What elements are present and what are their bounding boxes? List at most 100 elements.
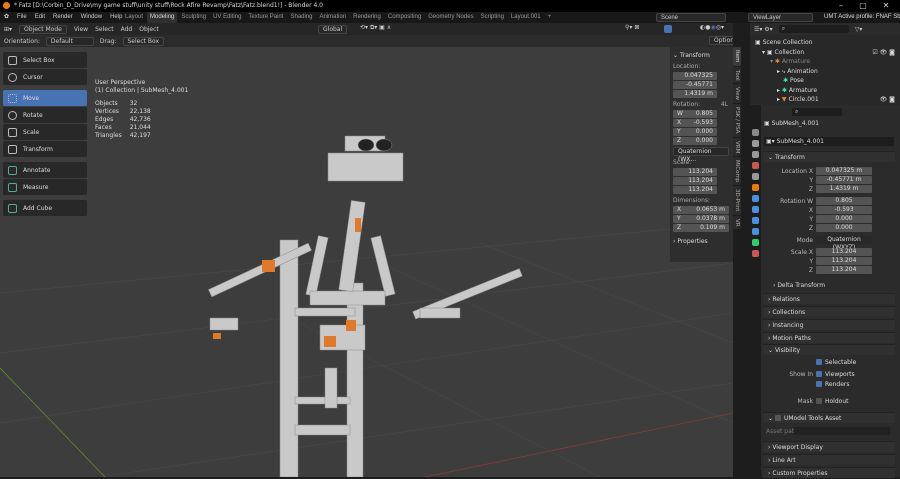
- add-workspace-button[interactable]: +: [545, 12, 555, 23]
- dimensions-z-field[interactable]: Z 0.109 m: [673, 224, 729, 232]
- location-x-field[interactable]: 0.047325: [673, 72, 717, 80]
- menu-window[interactable]: Window: [81, 12, 102, 23]
- drag-dropdown[interactable]: Select Box: [122, 36, 165, 46]
- tool-transform[interactable]: Transform: [3, 141, 87, 157]
- relations-panel[interactable]: › Relations: [763, 293, 895, 304]
- instancing-panel[interactable]: › Instancing: [763, 319, 895, 330]
- menu-object[interactable]: Object: [139, 26, 159, 33]
- mode-dropdown[interactable]: Object Mode: [19, 24, 67, 34]
- object-name-field[interactable]: ▣▾ SubMesh_4.001: [764, 137, 894, 146]
- display-mode-icon[interactable]: ☰▾ ⚙▾: [754, 26, 773, 33]
- outliner-armature[interactable]: ▾ ✱ Armature: [750, 57, 900, 67]
- editor-type-icon[interactable]: ⊞▾: [4, 26, 12, 33]
- tool-rotate[interactable]: Rotate: [3, 107, 87, 123]
- npanel-transform-header[interactable]: ⌄ Transform: [673, 52, 730, 59]
- tool-tab-icon[interactable]: [752, 129, 759, 136]
- data-tab-icon[interactable]: [752, 239, 759, 246]
- tab-layout-001[interactable]: Layout.001: [508, 12, 544, 23]
- physics-tab-icon[interactable]: [752, 217, 759, 224]
- rotation-mode-dropdown[interactable]: Quaternion (WX...: [673, 147, 729, 163]
- menu-file[interactable]: File: [17, 12, 27, 23]
- rotation-y-field[interactable]: Y 0.000: [673, 128, 717, 136]
- menu-render[interactable]: Render: [53, 12, 73, 23]
- npanel-properties-header[interactable]: › Properties: [673, 238, 730, 245]
- properties-search-input[interactable]: ⌕: [792, 108, 842, 116]
- line-art-panel[interactable]: › Line Art: [763, 454, 895, 465]
- outliner-collection[interactable]: ▾ ▣ Collection ☑ 👁 ◙: [750, 48, 900, 58]
- overlay-toggle-icon[interactable]: [664, 25, 672, 33]
- filter-icon[interactable]: ▽▾: [855, 26, 863, 33]
- tab-rendering[interactable]: Rendering: [350, 12, 384, 23]
- holdout-checkbox[interactable]: Mask Holdout: [763, 397, 895, 406]
- tab-tool[interactable]: Tool: [733, 66, 741, 84]
- options-dropdown[interactable]: Options: [709, 36, 733, 45]
- tool-cursor[interactable]: Cursor: [3, 69, 87, 85]
- transform-panel-header[interactable]: ⌄ Transform: [763, 151, 895, 162]
- custom-properties-panel[interactable]: › Custom Properties: [763, 467, 895, 478]
- tab-geometry-nodes[interactable]: Geometry Nodes: [425, 12, 476, 23]
- outliner-search-input[interactable]: ⌕: [778, 25, 849, 33]
- outliner-pose[interactable]: ✱ Pose: [750, 76, 900, 86]
- tab-shading[interactable]: Shading: [287, 12, 315, 23]
- rotation-lock-4l[interactable]: 4L: [721, 101, 728, 108]
- tab-view[interactable]: View: [733, 84, 741, 104]
- collections-panel[interactable]: › Collections: [763, 306, 895, 317]
- tab-sculpting[interactable]: Sculpting: [178, 12, 209, 23]
- tool-move[interactable]: Move: [3, 90, 87, 106]
- shading-mode-icons[interactable]: ◐●◉◎▾: [700, 24, 724, 31]
- tab-compositing[interactable]: Compositing: [385, 12, 424, 23]
- tab-3d-print[interactable]: 3D-Print: [733, 186, 741, 215]
- transform-orientation-dropdown[interactable]: Global: [318, 25, 348, 34]
- visibility-panel[interactable]: ⌄ Visibility: [763, 344, 895, 355]
- motion-paths-panel[interactable]: › Motion Paths: [763, 332, 895, 343]
- tab-texture-paint[interactable]: Texture Paint: [245, 12, 286, 23]
- object-tab-icon[interactable]: [752, 184, 759, 191]
- rotation-z-field[interactable]: Z 0.000: [673, 137, 717, 145]
- delta-transform-subpanel[interactable]: › Delta Transform: [763, 281, 895, 290]
- dimensions-y-field[interactable]: Y 0.0378 m: [673, 215, 729, 223]
- maximize-button[interactable]: ▢: [852, 0, 874, 12]
- rotation-x-field[interactable]: X -0.593: [673, 119, 717, 127]
- blender-menu-icon[interactable]: ✿: [4, 12, 9, 23]
- viewport-display-panel[interactable]: › Viewport Display: [763, 441, 895, 452]
- material-tab-icon[interactable]: [752, 250, 759, 257]
- selectable-checkbox[interactable]: Selectable: [763, 358, 895, 367]
- menu-select[interactable]: Select: [95, 26, 114, 33]
- render-tab-icon[interactable]: [752, 140, 759, 147]
- tool-annotate[interactable]: Annotate: [3, 162, 87, 178]
- output-tab-icon[interactable]: [752, 151, 759, 158]
- menu-help[interactable]: Help: [110, 12, 122, 23]
- orientation-dropdown[interactable]: Default: [45, 36, 94, 46]
- 3d-viewport[interactable]: ⊞▾ Object Mode View Select Add Object Globa…: [0, 23, 733, 477]
- tab-layout[interactable]: Layout: [122, 12, 146, 23]
- tab-uv-editing[interactable]: UV Editing: [210, 12, 244, 23]
- close-button[interactable]: ✕: [875, 0, 897, 12]
- rotation-w-field[interactable]: W 0.805: [673, 110, 717, 118]
- renders-checkbox[interactable]: Renders: [763, 380, 895, 389]
- constraints-tab-icon[interactable]: [752, 228, 759, 235]
- tab-micomp[interactable]: MiComp: [733, 157, 741, 186]
- location-z-field[interactable]: 1.4319 m: [673, 90, 717, 98]
- scene-tab-icon[interactable]: [752, 162, 759, 169]
- tab-psk-psa[interactable]: PSK / PSA: [733, 104, 741, 137]
- menu-edit[interactable]: Edit: [35, 12, 45, 23]
- menu-view[interactable]: View: [74, 26, 88, 33]
- tab-animation[interactable]: Animation: [316, 12, 349, 23]
- scale-y-field[interactable]: 113.204: [673, 177, 717, 185]
- tool-select-box[interactable]: Select Box: [3, 52, 87, 68]
- outliner-animation[interactable]: ▸ ⤷ Animation: [750, 67, 900, 77]
- umodel-tools-panel[interactable]: ⌄ UModel Tools Asset: [763, 412, 895, 423]
- dimensions-x-field[interactable]: X 0.0653 m: [673, 206, 729, 214]
- scene-selector[interactable]: Scene: [656, 13, 726, 22]
- world-tab-icon[interactable]: [752, 173, 759, 180]
- tool-add-cube[interactable]: Add Cube: [3, 200, 87, 216]
- snap-icon[interactable]: ⟲▾ ⧉▾ ▣ ∧: [360, 24, 391, 32]
- gizmo-toggles-icon[interactable]: ⚲▾ ⊠: [625, 24, 639, 31]
- tab-vrm[interactable]: VRM: [733, 137, 741, 157]
- tab-modeling[interactable]: Modeling: [147, 12, 178, 23]
- tab-item[interactable]: Item: [733, 47, 741, 66]
- asset-path-field[interactable]: Asset path: [763, 427, 895, 436]
- viewports-checkbox[interactable]: Show In Viewports: [763, 370, 895, 379]
- modifier-tab-icon[interactable]: [752, 195, 759, 202]
- outliner-scene-collection[interactable]: ▣ Scene Collection: [750, 38, 900, 48]
